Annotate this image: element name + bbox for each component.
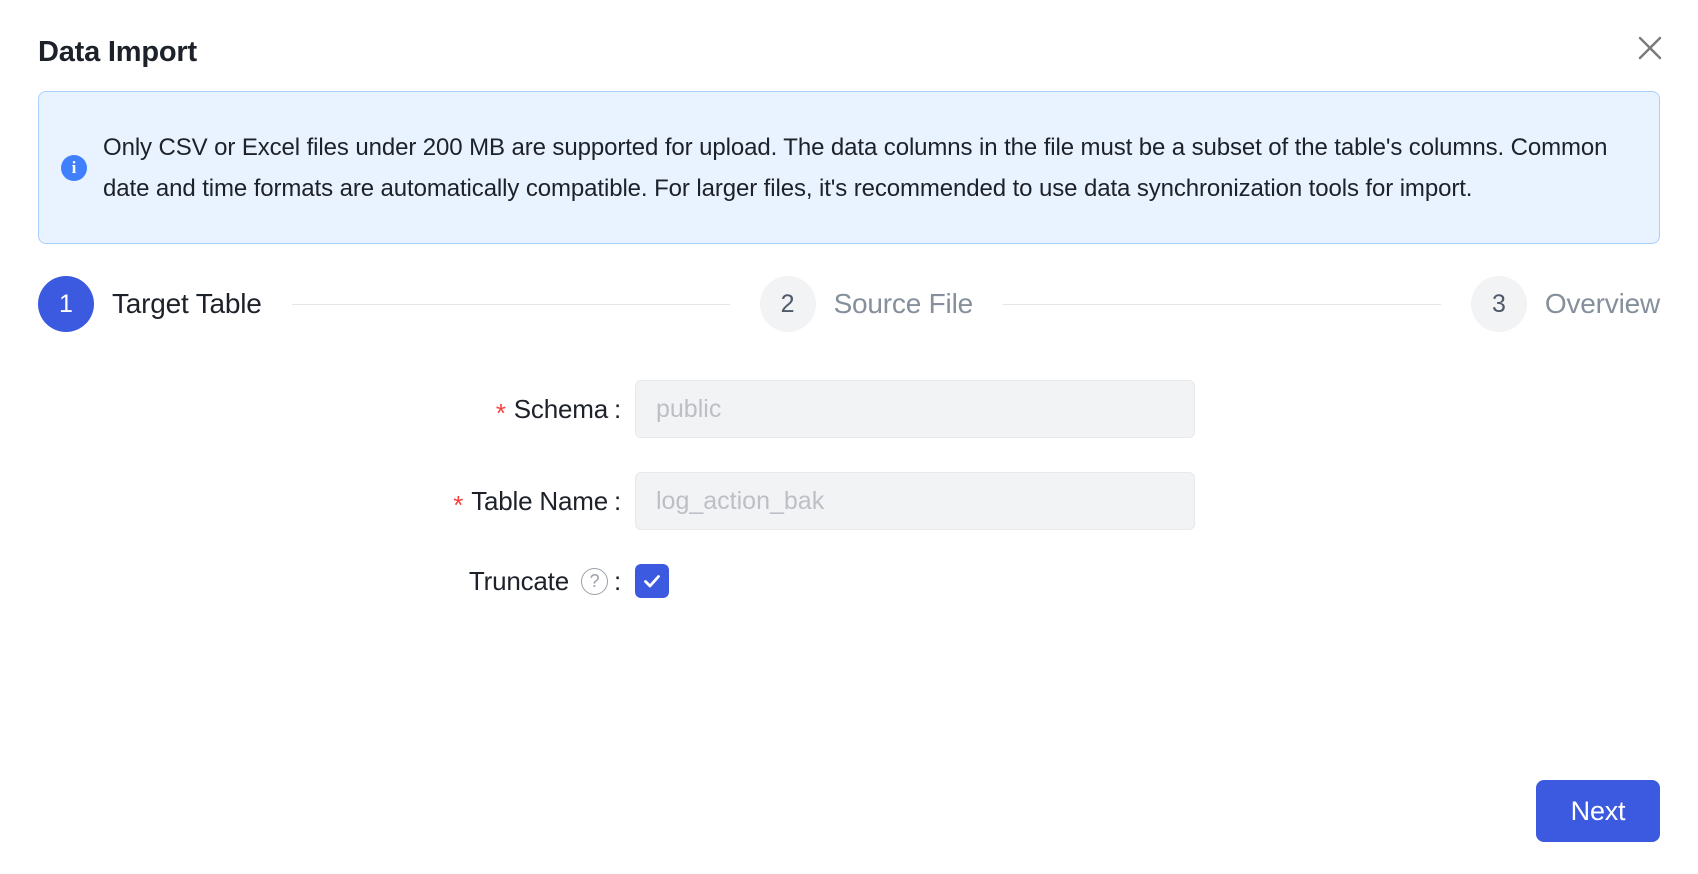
step-target-table[interactable]: 1 Target Table <box>38 276 262 332</box>
step-number-3: 3 <box>1470 276 1527 332</box>
truncate-checkbox[interactable] <box>635 564 669 598</box>
table-name-label: * Table Name : <box>0 485 635 520</box>
info-banner-text: Only CSV or Excel files under 200 MB are… <box>103 133 1608 202</box>
checkmark-icon <box>641 570 663 592</box>
stepper: 1 Target Table 2 Source File 3 Overview <box>38 276 1660 332</box>
step-label-3: Overview <box>1544 288 1660 319</box>
table-name-label-text: Table Name <box>471 485 608 516</box>
truncate-label: Truncate ? : <box>0 566 635 597</box>
next-button[interactable]: Next <box>1536 780 1660 842</box>
step-label-1: Target Table <box>112 288 262 319</box>
required-indicator: * <box>495 398 506 428</box>
form-row-truncate: Truncate ? : <box>0 564 1698 598</box>
table-name-label-colon: : <box>613 485 621 516</box>
step-number-1: 1 <box>38 276 94 332</box>
info-icon: i <box>61 154 87 181</box>
close-button[interactable] <box>1626 24 1674 72</box>
step-connector-1 <box>291 303 730 305</box>
dialog-footer: Next <box>1536 780 1660 842</box>
help-icon[interactable]: ? <box>580 567 608 595</box>
schema-label-text: Schema <box>513 393 608 424</box>
form-row-table-name: * Table Name : <box>0 472 1698 530</box>
info-banner: i Only CSV or Excel files under 200 MB a… <box>38 91 1660 244</box>
schema-label-colon: : <box>613 393 621 424</box>
form-row-schema: * Schema : <box>0 380 1698 438</box>
schema-input[interactable] <box>635 380 1195 438</box>
truncate-label-colon: : <box>613 565 621 596</box>
page-title: Data Import <box>38 36 197 68</box>
step-connector-2 <box>1002 303 1441 305</box>
table-name-input[interactable] <box>635 472 1195 530</box>
required-indicator: * <box>453 490 464 520</box>
schema-label: * Schema : <box>0 393 635 428</box>
import-form: * Schema : * Table Name : Truncate ? : <box>0 380 1698 632</box>
step-label-2: Source File <box>833 288 974 319</box>
close-icon <box>1635 33 1665 63</box>
truncate-label-text: Truncate <box>468 565 569 596</box>
step-number-2: 2 <box>759 276 816 332</box>
step-overview[interactable]: 3 Overview <box>1470 276 1660 332</box>
step-source-file[interactable]: 2 Source File <box>759 276 974 332</box>
dialog-header: Data Import <box>0 0 1698 92</box>
